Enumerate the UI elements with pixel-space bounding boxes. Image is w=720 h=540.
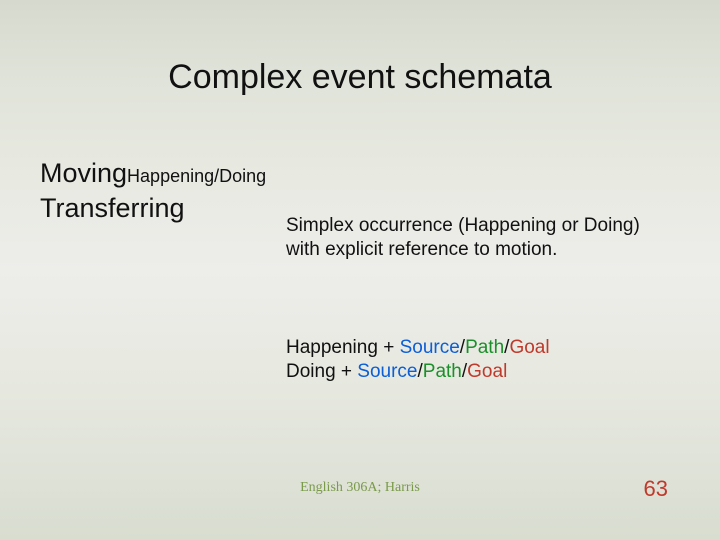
- formula-path: Path: [465, 337, 504, 358]
- formula-line-2-pre: Doing +: [286, 361, 357, 382]
- formula-source: Source: [357, 361, 417, 382]
- term-moving-sub: Happening/Doing: [127, 166, 266, 186]
- formula-source: Source: [400, 337, 460, 358]
- left-terms: MovingHappening/Doing Transferring: [40, 158, 266, 224]
- definition-text: Simplex occurrence (Happening or Doing) …: [286, 214, 666, 262]
- formula-goal: Goal: [467, 361, 507, 382]
- term-transferring: Transferring: [40, 193, 266, 224]
- formula-path: Path: [423, 361, 462, 382]
- formula-line-1: Happening + Source/Path/Goal: [286, 336, 686, 360]
- formula-block: Happening + Source/Path/Goal Doing + Sou…: [286, 336, 686, 384]
- formula-line-2: Doing + Source/Path/Goal: [286, 360, 686, 384]
- term-moving-text: Moving: [40, 158, 127, 188]
- page-number: 63: [644, 476, 668, 502]
- slide-title: Complex event schemata: [0, 58, 720, 97]
- term-moving: MovingHappening/Doing: [40, 158, 266, 189]
- footer-course: English 306A; Harris: [0, 480, 720, 496]
- formula-line-1-pre: Happening +: [286, 337, 400, 358]
- slide: Complex event schemata MovingHappening/D…: [0, 0, 720, 540]
- formula-goal: Goal: [509, 337, 549, 358]
